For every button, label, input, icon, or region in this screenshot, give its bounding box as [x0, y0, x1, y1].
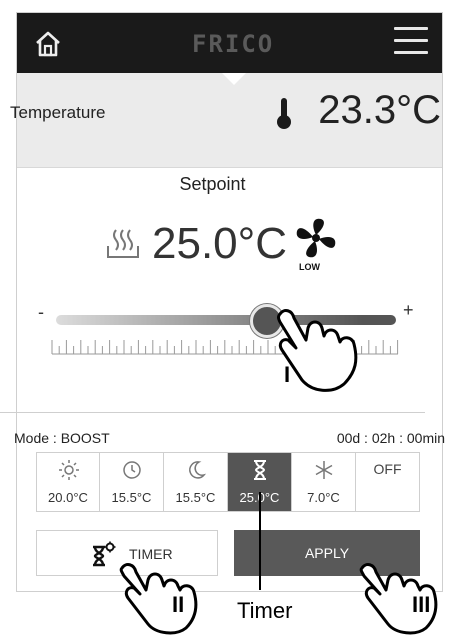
callout-step-3: III	[412, 592, 431, 617]
clock-icon	[123, 461, 141, 479]
hand-pointer-icon	[359, 563, 438, 635]
mode-schedule-value: 15.5°C	[111, 490, 152, 505]
snowflake-icon	[315, 461, 333, 479]
mode-frost-value: 7.0°C	[307, 490, 340, 505]
callout-step-1: I	[284, 362, 291, 387]
frico-logo: FRICO	[192, 30, 275, 58]
temperature-value: 23.3°C	[318, 88, 441, 132]
timer-annotation-label: Timer	[237, 598, 293, 623]
hand-pointer-icon	[119, 563, 198, 635]
timer-annotation-line	[259, 492, 261, 590]
thermometer-icon	[277, 98, 291, 129]
fan-speed-label: LOW	[299, 262, 320, 272]
mode-comfort-value: 20.0°C	[48, 490, 88, 505]
mode-night-value: 15.5°C	[175, 490, 216, 505]
hand-pointer-icon	[277, 309, 358, 392]
setpoint-value: 25.0°C	[152, 219, 288, 268]
setpoint-label: Setpoint	[179, 174, 246, 194]
sun-icon	[59, 460, 79, 480]
mode-frost-button[interactable]: 7.0°C	[292, 452, 356, 512]
hamburger-menu-icon[interactable]	[394, 27, 428, 59]
decrease-sign: -	[38, 302, 44, 322]
top-bar: FRICO	[17, 13, 442, 73]
mode-schedule-button[interactable]: 15.5°C	[100, 452, 164, 512]
increase-sign: +	[403, 300, 414, 320]
temperature-label: Temperature	[10, 103, 106, 122]
mode-selector: 20.0°C 15.5°C 15.5°C 25.0°C 7.0°C OFF	[36, 452, 422, 514]
hourglass-icon	[254, 460, 266, 480]
mode-night-button[interactable]: 15.5°C	[164, 452, 228, 512]
home-icon[interactable]	[31, 27, 65, 61]
fan-icon[interactable]	[291, 213, 341, 263]
mode-off-button[interactable]: OFF	[356, 452, 420, 512]
callout-step-2: II	[172, 592, 185, 617]
heat-waves-icon	[107, 229, 139, 258]
section-divider	[0, 412, 425, 413]
moon-icon	[189, 461, 207, 479]
notch	[222, 73, 246, 85]
mode-off-label: OFF	[373, 461, 402, 477]
mode-comfort-button[interactable]: 20.0°C	[36, 452, 100, 512]
apply-button-label: APPLY	[304, 545, 350, 561]
mode-status: Mode : BOOST	[14, 430, 110, 446]
timer-countdown: 00d : 02h : 00min	[336, 430, 445, 446]
